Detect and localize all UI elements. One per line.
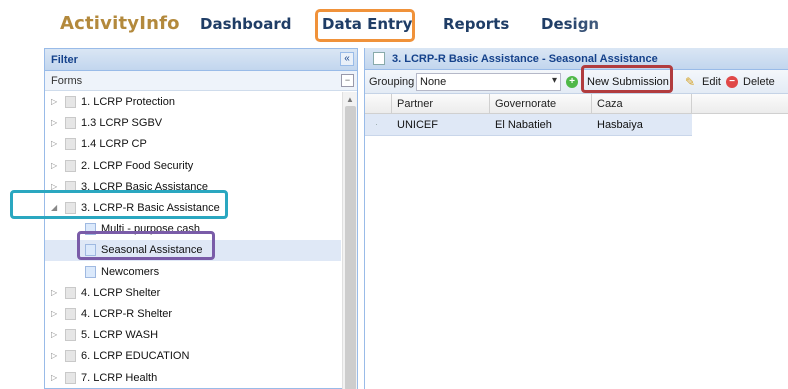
tree-item[interactable]: Newcomers xyxy=(45,262,341,283)
grouping-value: None xyxy=(420,76,447,88)
scroll-up-icon[interactable]: ▲ xyxy=(346,95,354,104)
tree-item-label: 4. LCRP-R Shelter xyxy=(81,308,173,320)
collapsed-arrow-icon[interactable]: ▷ xyxy=(51,330,60,339)
collapsed-arrow-icon[interactable]: ▷ xyxy=(51,139,60,148)
tree-item[interactable]: ▷ 1. LCRP Protection xyxy=(45,92,341,113)
folder-icon xyxy=(65,350,76,363)
grid-title: 3. LCRP-R Basic Assistance - Seasonal As… xyxy=(392,53,658,65)
nav-reports[interactable]: Reports xyxy=(443,15,509,33)
cell-partner: UNICEF xyxy=(397,119,438,131)
folder-icon xyxy=(65,138,76,151)
grouping-label: Grouping xyxy=(369,76,415,88)
nav-dashboard[interactable]: Dashboard xyxy=(200,15,291,33)
highlight-data-entry xyxy=(315,9,415,42)
collapsed-arrow-icon[interactable]: ▷ xyxy=(51,161,60,170)
tree-item-label: 1.3 LCRP SGBV xyxy=(81,117,163,130)
tree-item[interactable]: ▷ 5. LCRP WASH xyxy=(45,325,341,346)
tree-item[interactable]: ▷ 7. LCRP Health xyxy=(45,368,341,389)
tree-item[interactable]: ▷ 1.4 LCRP CP xyxy=(45,134,341,155)
column-label: Caza xyxy=(597,98,623,110)
column-header-row: Partner Governorate Caza xyxy=(365,94,788,114)
nav-design[interactable]: Design xyxy=(541,15,599,33)
tree-item-label: 5. LCRP WASH xyxy=(81,329,159,342)
cell-caza: Hasbaiya xyxy=(597,119,643,131)
forms-label: Forms xyxy=(51,75,83,87)
column-header-caza[interactable]: Caza xyxy=(592,94,692,114)
folder-icon xyxy=(65,371,76,384)
folder-icon xyxy=(65,286,76,299)
folder-icon xyxy=(65,308,76,320)
chevron-down-icon[interactable]: ▾ xyxy=(552,75,557,86)
tree-item-label: 1.4 LCRP CP xyxy=(81,138,147,151)
folder-icon xyxy=(65,96,76,108)
forms-collapse-button[interactable]: − xyxy=(341,74,354,87)
column-label: Governorate xyxy=(495,98,557,110)
tree-item-label: 7. LCRP Health xyxy=(81,371,158,384)
folder-icon xyxy=(65,329,76,342)
grid-header: 3. LCRP-R Basic Assistance - Seasonal As… xyxy=(365,48,788,70)
tree-item-label: Newcomers xyxy=(101,265,160,278)
collapsed-arrow-icon[interactable]: ▷ xyxy=(51,118,60,127)
collapsed-arrow-icon[interactable]: ▷ xyxy=(51,309,60,318)
collapsed-arrow-icon[interactable]: ▷ xyxy=(51,373,60,382)
collapse-panel-button[interactable]: « xyxy=(340,52,354,66)
highlight-new-submission xyxy=(581,65,673,93)
forms-header: Forms − xyxy=(45,71,357,91)
tree-item[interactable]: ▷ 6. LCRP EDUCATION xyxy=(45,346,341,367)
grid-panel: 3. LCRP-R Basic Assistance - Seasonal As… xyxy=(364,48,788,389)
column-label: Partner xyxy=(397,98,434,110)
filter-header: Filter « xyxy=(45,49,357,71)
collapsed-arrow-icon[interactable]: ▷ xyxy=(51,351,60,360)
grouping-select[interactable]: None ▾ xyxy=(416,73,561,91)
collapsed-arrow-icon[interactable]: ▷ xyxy=(51,97,60,106)
folder-icon xyxy=(65,159,76,172)
column-header-governorate[interactable]: Governorate xyxy=(490,94,592,114)
highlight-basic-assistance xyxy=(10,190,228,219)
tree-item[interactable]: ▷ 1.3 LCRP SGBV xyxy=(45,113,341,134)
add-icon[interactable]: + xyxy=(566,76,578,88)
filter-title: Filter xyxy=(51,54,78,66)
row-marker: · xyxy=(375,119,378,129)
app-logo[interactable]: ActivityInfo xyxy=(60,13,180,34)
delete-button[interactable]: Delete xyxy=(743,76,775,88)
tree-item[interactable]: ▷ 4. LCRP-R Shelter xyxy=(45,304,341,325)
tree-item-label: 4. LCRP Shelter xyxy=(81,286,161,299)
folder-icon xyxy=(65,117,76,130)
table-row[interactable]: · UNICEF El Nabatieh Hasbaiya xyxy=(365,114,692,136)
edit-button[interactable]: Edit xyxy=(702,76,721,88)
pencil-icon[interactable]: ✎ xyxy=(685,75,695,89)
tree-item-label: 6. LCRP EDUCATION xyxy=(81,350,190,363)
delete-icon[interactable]: − xyxy=(726,76,738,88)
cell-governorate: El Nabatieh xyxy=(495,119,552,131)
collapsed-arrow-icon[interactable]: ▷ xyxy=(51,288,60,297)
tree-item[interactable]: ▷ 4. LCRP Shelter xyxy=(45,283,341,304)
tree-item[interactable]: ▷ 2. LCRP Food Security xyxy=(45,156,341,177)
tree-item-label: 1. LCRP Protection xyxy=(81,96,175,108)
column-header-rownum xyxy=(365,94,392,114)
column-header-partner[interactable]: Partner xyxy=(392,94,490,114)
form-icon xyxy=(85,265,96,278)
tree-item-label: 2. LCRP Food Security xyxy=(81,159,194,172)
tree-scrollbar[interactable]: ▲ xyxy=(342,92,357,389)
scroll-thumb[interactable] xyxy=(345,106,356,389)
form-icon xyxy=(373,52,385,65)
highlight-seasonal-assistance xyxy=(77,231,215,260)
grid-toolbar: Grouping None ▾ + New Submission ✎ Edit … xyxy=(365,70,788,94)
